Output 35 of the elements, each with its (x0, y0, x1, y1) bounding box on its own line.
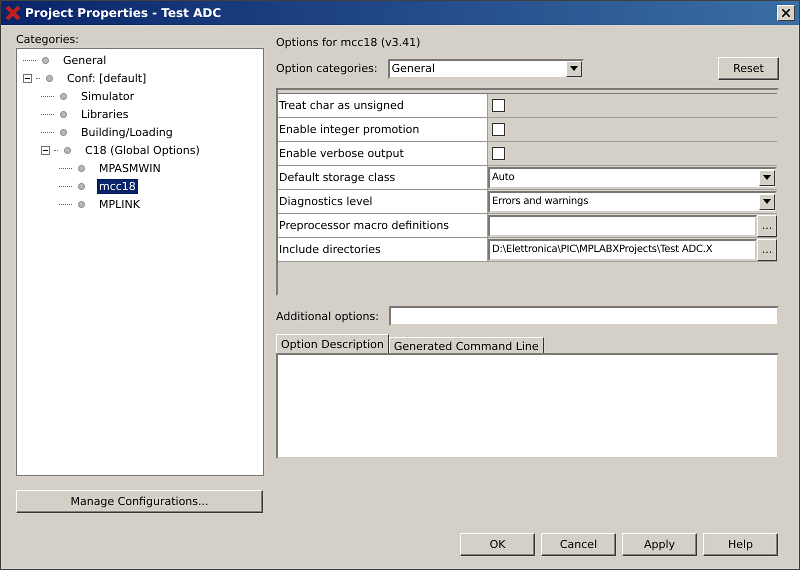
dialog-button[interactable]: Help (703, 533, 778, 556)
option-categories-dropdown[interactable]: General (388, 58, 584, 78)
tree-item[interactable]: Building/Loading (79, 124, 175, 140)
option-name: Treat char as unsigned (278, 94, 488, 117)
tree-item[interactable]: Libraries (79, 106, 131, 122)
option-name: Default storage class (278, 166, 488, 189)
tab[interactable]: Option Description (276, 334, 389, 354)
value-field[interactable]: D:\Elettronica\PIC\MPLABXProjects\Test ADC.X (488, 238, 757, 260)
option-name: Include directories (278, 238, 488, 261)
tree-item[interactable]: Simulator (79, 88, 136, 104)
tab[interactable]: Generated Command Line (388, 337, 544, 354)
value-dropdown[interactable]: Errors and warnings (488, 190, 777, 212)
reset-button[interactable]: Reset (718, 57, 779, 80)
additional-options-label: Additional options: (276, 310, 379, 322)
manage-configurations-button[interactable]: Manage Configurations... (16, 490, 263, 513)
option-name: Enable integer promotion (278, 118, 488, 141)
options-title: Options for mcc18 (v3.41) (276, 36, 422, 49)
option-categories-label: Option categories: (276, 62, 378, 75)
browse-button[interactable]: ... (757, 238, 777, 260)
tree-item[interactable]: General (61, 52, 108, 68)
option-name: Preprocessor macro definitions (278, 214, 488, 237)
window-title: Project Properties - Test ADC (25, 6, 222, 20)
tree-item[interactable]: mcc18 (97, 178, 138, 194)
tree-item[interactable]: MPASMWIN (97, 160, 163, 176)
dialog-button[interactable]: Apply (622, 533, 697, 556)
tree-item[interactable]: Conf: [default] (65, 70, 148, 86)
option-name: Enable verbose output (278, 142, 488, 165)
tree-item[interactable]: MPLINK (97, 196, 142, 212)
categories-label: Categories: (16, 33, 80, 46)
dialog-button[interactable]: OK (460, 533, 535, 556)
option-name: Diagnostics level (278, 190, 488, 213)
tree-item[interactable]: C18 (Global Options) (83, 142, 202, 158)
value-dropdown[interactable]: Auto (488, 166, 777, 188)
dialog-button[interactable]: Cancel (541, 533, 616, 556)
browse-button[interactable]: ... (757, 214, 777, 236)
